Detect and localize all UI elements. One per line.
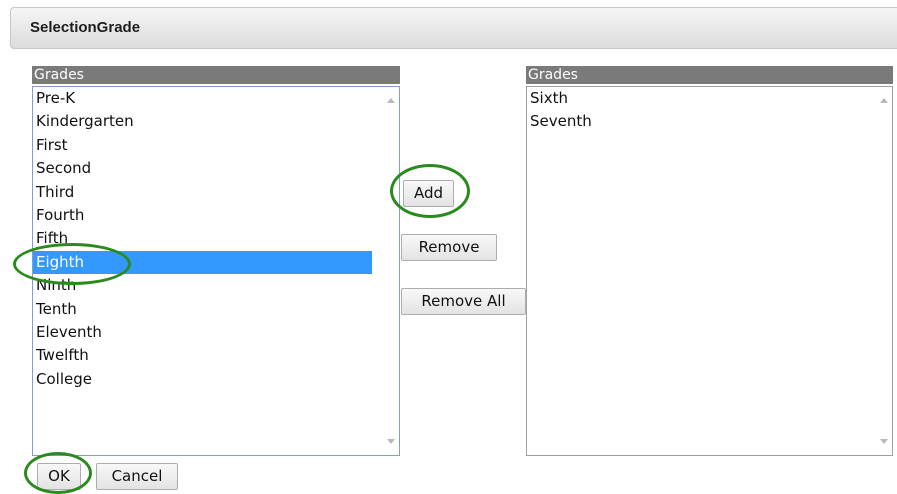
- list-item[interactable]: Twelfth: [33, 344, 399, 367]
- ok-button[interactable]: OK: [37, 463, 81, 490]
- available-grades-items: Pre-K Kindergarten First Second Third Fo…: [33, 87, 399, 391]
- list-item[interactable]: Sixth: [527, 87, 892, 110]
- remove-button[interactable]: Remove: [401, 234, 497, 261]
- list-item[interactable]: Third: [33, 181, 399, 204]
- available-grades-header: Grades: [32, 66, 400, 84]
- dialog-header: SelectionGrade: [10, 7, 897, 49]
- list-item[interactable]: College: [33, 368, 399, 391]
- scroll-down-arrow-icon[interactable]: [880, 439, 888, 444]
- selected-grades-items: Sixth Seventh: [527, 87, 892, 134]
- remove-all-button[interactable]: Remove All: [401, 288, 526, 315]
- list-item[interactable]: Tenth: [33, 298, 399, 321]
- dialog-title: SelectionGrade: [30, 19, 141, 36]
- scrollbar[interactable]: [875, 87, 892, 455]
- list-item[interactable]: Eleventh: [33, 321, 399, 344]
- scroll-down-arrow-icon[interactable]: [387, 439, 395, 444]
- list-item[interactable]: Pre-K: [33, 87, 399, 110]
- add-button[interactable]: Add: [403, 180, 454, 207]
- list-item[interactable]: Fourth: [33, 204, 399, 227]
- list-item[interactable]: First: [33, 134, 399, 157]
- list-item-selected[interactable]: Eighth: [33, 250, 372, 275]
- selected-grades-listbox[interactable]: Sixth Seventh: [526, 86, 893, 456]
- scroll-up-arrow-icon[interactable]: [880, 98, 888, 103]
- list-item[interactable]: Seventh: [527, 110, 892, 133]
- scrollbar[interactable]: [382, 87, 399, 455]
- selected-grades-header: Grades: [526, 66, 893, 84]
- list-item[interactable]: Ninth: [33, 274, 399, 297]
- list-item[interactable]: Second: [33, 157, 399, 180]
- scroll-up-arrow-icon[interactable]: [387, 98, 395, 103]
- list-item[interactable]: Kindergarten: [33, 110, 399, 133]
- cancel-button[interactable]: Cancel: [96, 463, 178, 490]
- available-grades-listbox[interactable]: Pre-K Kindergarten First Second Third Fo…: [32, 86, 400, 456]
- list-item[interactable]: Fifth: [33, 227, 399, 250]
